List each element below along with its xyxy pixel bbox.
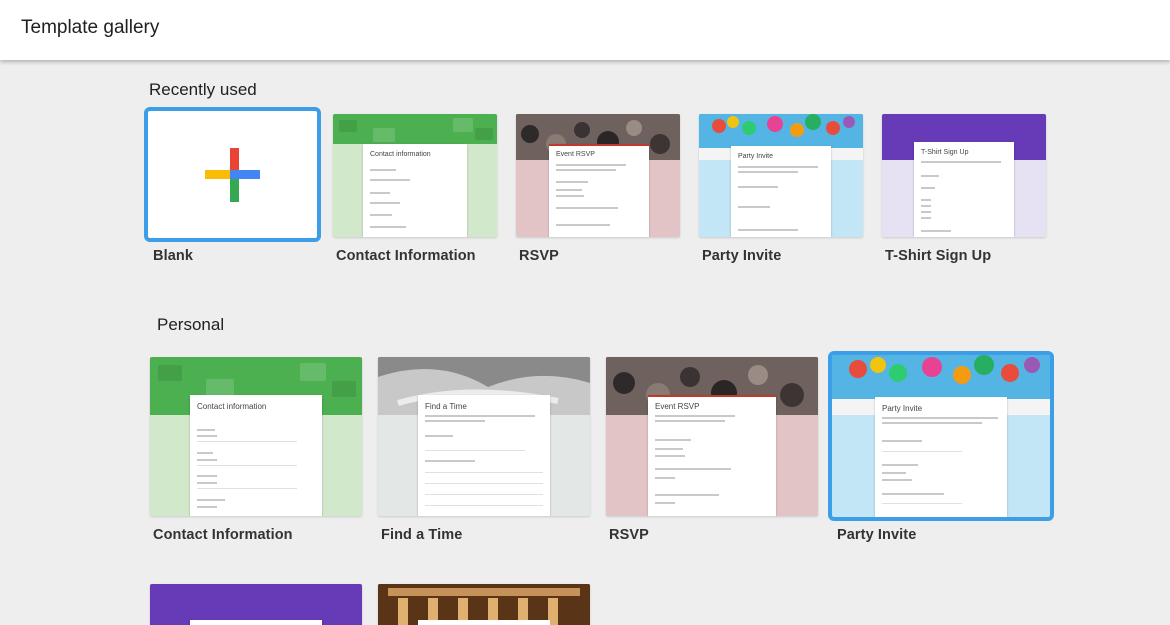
form-preview: Event RSVP bbox=[549, 144, 649, 237]
template-card-find-a-time[interactable]: Find a Time bbox=[378, 357, 590, 516]
form-preview-title: Contact information bbox=[197, 402, 267, 411]
form-preview: Contact information bbox=[190, 395, 322, 516]
template-card-blank[interactable] bbox=[144, 107, 321, 242]
template-label-tshirt-sign-up[interactable]: T-Shirt Sign Up bbox=[885, 248, 991, 264]
form-preview: Party Invite bbox=[875, 397, 1007, 517]
thumbnail-banner bbox=[333, 114, 497, 144]
section-title-personal: Personal bbox=[157, 315, 225, 334]
template-label-contact-information[interactable]: Contact Information bbox=[336, 248, 476, 264]
page-title: Template gallery bbox=[21, 17, 160, 38]
form-preview: Event RSVP bbox=[648, 395, 776, 516]
template-label-blank[interactable]: Blank bbox=[153, 248, 193, 264]
form-preview-title: Event RSVP bbox=[655, 402, 700, 411]
template-label-rsvp[interactable]: RSVP bbox=[609, 527, 649, 543]
template-card-rsvp[interactable]: Event RSVP bbox=[606, 357, 818, 516]
template-label-party-invite[interactable]: Party Invite bbox=[837, 527, 916, 543]
form-preview: Find a Time bbox=[418, 395, 550, 516]
template-card-contact-information[interactable]: Contact information bbox=[150, 357, 362, 516]
template-card-contact-information[interactable]: Contact information bbox=[333, 114, 497, 237]
template-label-find-a-time[interactable]: Find a Time bbox=[381, 527, 462, 543]
form-preview: Party Invite bbox=[731, 146, 831, 237]
template-card-party-invite[interactable]: Party Invite bbox=[699, 114, 863, 237]
template-label-party-invite[interactable]: Party Invite bbox=[702, 248, 781, 264]
template-label-contact-information[interactable]: Contact Information bbox=[153, 527, 293, 543]
form-preview: T-Shirt Sign Up bbox=[914, 142, 1014, 237]
form-preview bbox=[190, 620, 322, 625]
template-label-rsvp[interactable]: RSVP bbox=[519, 248, 559, 264]
form-preview-title: Party Invite bbox=[882, 404, 923, 413]
form-preview-title: Find a Time bbox=[425, 402, 467, 411]
form-preview-title: Party Invite bbox=[738, 153, 774, 160]
template-card-tshirt-sign-up[interactable]: T-Shirt Sign Up bbox=[882, 114, 1046, 237]
section-title-recently-used: Recently used bbox=[149, 80, 257, 99]
plus-icon bbox=[205, 148, 260, 202]
template-card-party-invite[interactable]: Party Invite bbox=[828, 351, 1054, 521]
template-card-rsvp[interactable]: Event RSVP bbox=[516, 114, 680, 237]
form-preview-title: T-Shirt Sign Up bbox=[921, 149, 969, 156]
template-card-partial-photo[interactable] bbox=[378, 584, 590, 625]
chat-bubbles-pattern bbox=[339, 118, 493, 142]
app-header: Template gallery bbox=[0, 0, 1170, 60]
form-preview-title: Event RSVP bbox=[556, 151, 595, 158]
template-card-partial-purple[interactable] bbox=[150, 584, 362, 625]
form-preview-title: Contact information bbox=[370, 151, 431, 158]
building-photo bbox=[378, 584, 590, 625]
form-preview: Contact information bbox=[363, 144, 467, 237]
